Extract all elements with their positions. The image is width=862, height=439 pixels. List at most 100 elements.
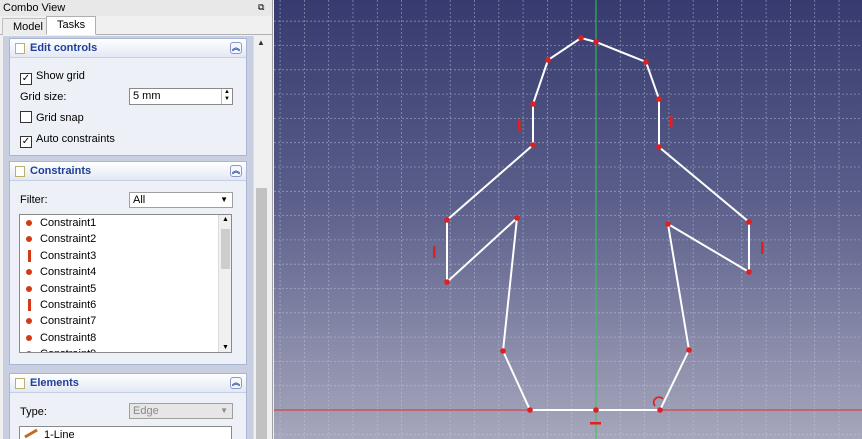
combo-view-title: Combo View (3, 2, 66, 14)
combo-view-panel: Combo View ⧉ Model Tasks Edit controls ︽… (0, 0, 273, 439)
coincident-constraint-icon (26, 318, 32, 325)
show-grid-row[interactable]: ✓ Show grid (20, 68, 85, 85)
constraint-label: Constraint4 (40, 266, 97, 279)
auto-constraints-label: Auto constraints (36, 133, 115, 145)
3d-viewport[interactable] (274, 0, 862, 439)
element-item-label[interactable]: 1-Line (44, 429, 75, 439)
sketch-vertex (656, 96, 662, 102)
spin-arrows-icon[interactable]: ▲ ▼ (221, 89, 232, 104)
constraint-list-item[interactable]: Constraint5 (20, 281, 231, 297)
coincident-constraint-icon (26, 220, 32, 226)
sketch-vertex (686, 347, 692, 353)
auto-constraints-row[interactable]: ✓ Auto constraints (20, 131, 115, 148)
constraint-list-scrollbar[interactable]: ▲ ▼ (218, 215, 231, 352)
collapse-icon[interactable]: ︽ (230, 42, 242, 54)
vertical-constraint-icon (28, 298, 31, 311)
constraints-title: Constraints (30, 165, 92, 177)
auto-constraints-checkbox[interactable]: ✓ (20, 136, 32, 148)
filter-select[interactable]: All ▼ (129, 192, 233, 208)
constraint-label: Constraint8 (40, 331, 97, 344)
scroll-thumb[interactable] (221, 229, 230, 269)
undock-icon[interactable]: ⧉ (258, 2, 268, 12)
sketch-vertex (746, 219, 752, 225)
constraints-header[interactable]: Constraints ︽ (10, 162, 246, 181)
grid-size-spinbox[interactable]: 5 mm ▲ ▼ (129, 88, 233, 105)
sketch-vertex (500, 348, 506, 354)
horizontal-constraint-marker (590, 422, 601, 425)
sketch-vertex (656, 144, 662, 150)
sketch-vertex (578, 35, 584, 41)
constraint-label: Constraint7 (40, 315, 97, 328)
constraint-list-item[interactable]: Constraint4 (20, 264, 231, 280)
sketch-vertex (530, 101, 536, 107)
grid-snap-label: Grid snap (36, 112, 84, 124)
sketch-vertex (643, 59, 649, 65)
constraint-list[interactable]: Constraint1 Constraint2 Constraint3 Constra… (19, 214, 232, 353)
constraint-list-item[interactable]: Constraint7 (20, 313, 231, 329)
edit-controls-header[interactable]: Edit controls ︽ (10, 39, 246, 58)
sketch-vertex (444, 279, 450, 285)
show-grid-checkbox[interactable]: ✓ (20, 73, 32, 85)
constraint-label: Constraint9 (40, 348, 96, 352)
scroll-thumb[interactable] (256, 188, 267, 439)
combo-tabs: Model Tasks (0, 16, 272, 35)
type-select[interactable]: Edge ▼ (129, 403, 233, 419)
line-icon (24, 428, 38, 439)
combo-view-title-bar: Combo View ⧉ (0, 0, 272, 16)
constraint-label: Constraint3 (40, 249, 97, 262)
edit-controls-title: Edit controls (30, 42, 98, 54)
sketch-vertex (527, 407, 533, 413)
task-panel: Edit controls ︽ ✓ Show grid Grid size: 5 … (3, 36, 253, 439)
grid-size-value: 5 mm (133, 90, 161, 102)
constraint-label: Constraint5 (40, 282, 97, 295)
scroll-up-icon[interactable]: ▲ (222, 216, 229, 223)
coincident-constraint-icon (26, 351, 32, 352)
constraint-label: Constraint6 (40, 298, 97, 311)
sketch-vertex (444, 217, 450, 223)
constraint-list-item[interactable]: Constraint1 (20, 215, 231, 231)
grid-snap-row[interactable]: Grid snap (20, 110, 84, 126)
edit-controls-box: Edit controls ︽ ✓ Show grid Grid size: 5 … (9, 38, 247, 156)
constraint-list-item[interactable]: Constraint6 (20, 297, 231, 313)
coincident-constraint-icon (26, 334, 32, 341)
constraint-list-item[interactable]: Constraint8 (20, 330, 231, 346)
vertical-constraint-marker (761, 242, 764, 254)
task-panel-scrollbar[interactable]: ▲ (253, 36, 268, 439)
constraint-list-item[interactable]: Constraint3 (20, 248, 231, 264)
coincident-constraint-icon (26, 285, 32, 292)
sketch-canvas[interactable] (274, 0, 862, 439)
constraint-label: Constraint2 (40, 233, 97, 246)
filter-label: Filter: (20, 194, 48, 206)
sketch-vertex (657, 407, 663, 413)
type-label: Type: (20, 406, 47, 418)
elements-title: Elements (30, 377, 79, 389)
constraint-list-item[interactable]: Constraint9 (20, 346, 231, 352)
vertical-constraint-marker (518, 120, 521, 132)
grid-snap-checkbox[interactable] (20, 111, 32, 123)
chevron-down-icon: ▼ (220, 406, 228, 415)
grid-size-label: Grid size: (20, 91, 67, 103)
sketch-vertex (545, 57, 551, 63)
tab-tasks[interactable]: Tasks (46, 16, 97, 35)
sketch-vertex (593, 39, 599, 45)
coincident-constraint-icon (26, 236, 32, 243)
vertical-constraint-marker (670, 116, 673, 128)
sketch-vertex (514, 215, 520, 221)
scroll-down-icon[interactable]: ▼ (222, 344, 229, 351)
panel-icon (15, 43, 25, 54)
sketch-vertex (530, 142, 536, 148)
coincident-constraint-icon (26, 269, 32, 276)
sketch-vertex (746, 269, 752, 275)
scroll-up-icon[interactable]: ▲ (257, 38, 265, 47)
collapse-icon[interactable]: ︽ (230, 377, 242, 389)
panel-icon (15, 378, 25, 389)
sketch-vertex (593, 407, 599, 413)
element-list[interactable]: 1-Line (19, 426, 232, 439)
type-value: Edge (133, 405, 159, 417)
chevron-down-icon: ▼ (220, 195, 228, 204)
constraint-list-item[interactable]: Constraint2 (20, 231, 231, 247)
elements-header[interactable]: Elements ︽ (10, 374, 246, 393)
show-grid-label: Show grid (36, 70, 85, 82)
collapse-icon[interactable]: ︽ (230, 165, 242, 177)
constraint-label: Constraint1 (40, 217, 97, 229)
